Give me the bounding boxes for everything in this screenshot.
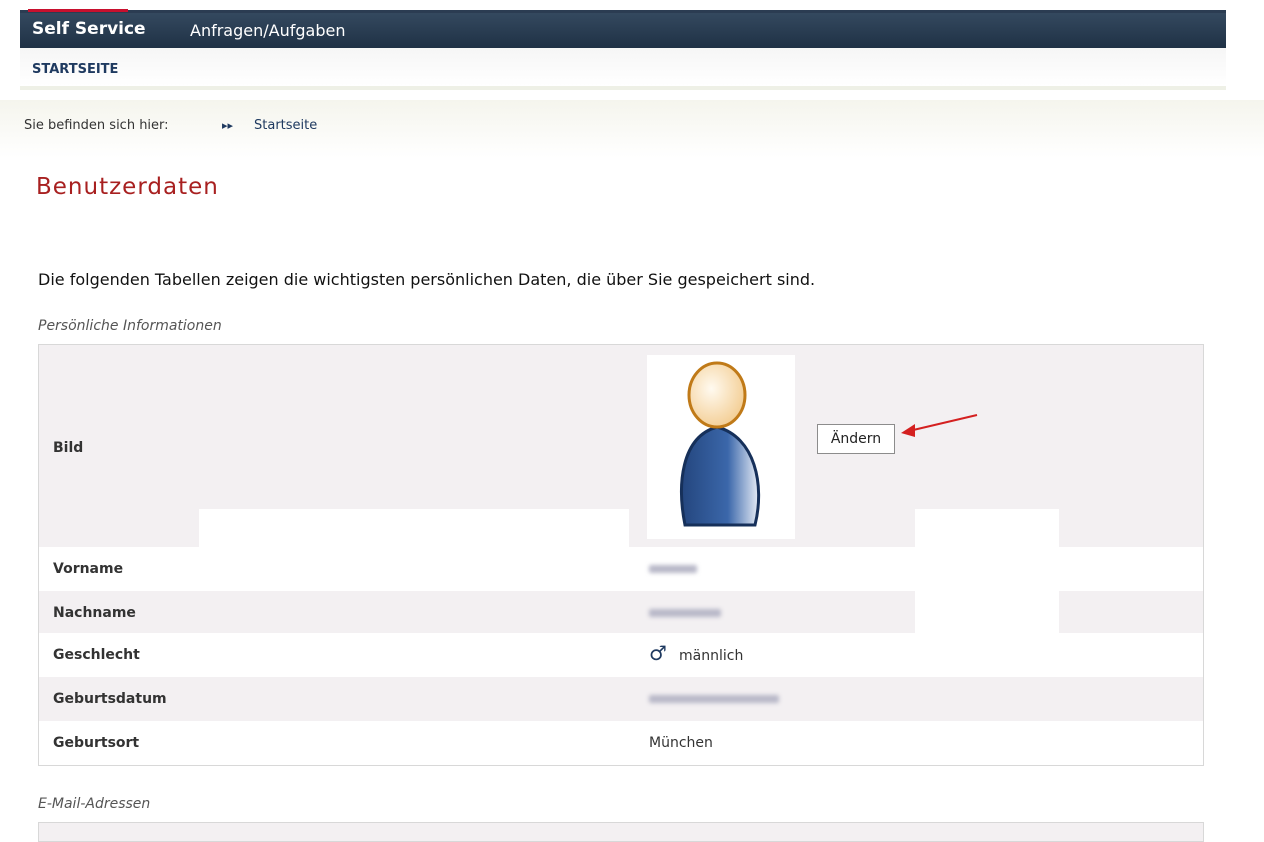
row-label-geburtsdatum: Geburtsdatum xyxy=(53,691,167,707)
redacted-value xyxy=(649,565,697,573)
personal-info-table: Bild Ändern Vorname Nachname Geschlecht … xyxy=(38,344,1204,766)
redacted-value xyxy=(649,695,779,703)
intro-text: Die folgenden Tabellen zeigen die wichti… xyxy=(38,270,816,289)
row-label-vorname: Vorname xyxy=(53,561,124,577)
table-row-nachname: Nachname xyxy=(39,591,1203,633)
table-row-geburtsdatum: Geburtsdatum xyxy=(39,677,1203,721)
section-title-personal: Persönliche Informationen xyxy=(38,318,222,334)
row-label-geschlecht: Geschlecht xyxy=(53,647,140,663)
tab-anfragen-aufgaben[interactable]: Anfragen/Aufgaben xyxy=(190,21,345,40)
table-row-vorname: Vorname xyxy=(39,547,1203,591)
table-row-bild: Bild Ändern xyxy=(39,345,1203,547)
table-row-geschlecht: Geschlecht ♂ männlich xyxy=(39,633,1203,677)
breadcrumb: Sie befinden sich hier: ▸▸ Startseite xyxy=(0,100,1264,158)
top-nav-bar: Self Service Anfragen/Aufgaben xyxy=(20,9,1226,48)
row-gap xyxy=(199,509,629,547)
redacted-value xyxy=(649,609,721,617)
breadcrumb-prefix: Sie befinden sich hier: xyxy=(24,118,169,133)
sub-nav-bar: STARTSEITE xyxy=(20,48,1226,90)
subnav-item-startseite[interactable]: STARTSEITE xyxy=(32,62,118,77)
row-gap xyxy=(915,591,1059,633)
row-value-geburtsort: München xyxy=(649,735,713,751)
tab-self-service[interactable]: Self Service xyxy=(28,9,146,39)
breadcrumb-link-startseite[interactable]: Startseite xyxy=(254,118,317,133)
change-picture-button[interactable]: Ändern xyxy=(817,424,895,454)
row-label-geburtsort: Geburtsort xyxy=(53,735,140,751)
email-table xyxy=(38,822,1204,842)
table-row-geburtsort: Geburtsort München xyxy=(39,721,1203,765)
row-value-geschlecht: männlich xyxy=(679,648,744,664)
default-avatar-icon xyxy=(647,355,795,539)
row-label-nachname: Nachname xyxy=(53,605,136,621)
page-title: Benutzerdaten xyxy=(36,174,219,200)
double-arrow-icon: ▸▸ xyxy=(222,119,234,132)
section-title-email: E-Mail-Adressen xyxy=(38,796,151,812)
annotation-arrow-icon xyxy=(901,414,978,437)
male-symbol-icon: ♂ xyxy=(649,641,667,665)
row-gap xyxy=(915,509,1059,547)
row-label-bild: Bild xyxy=(53,440,84,456)
